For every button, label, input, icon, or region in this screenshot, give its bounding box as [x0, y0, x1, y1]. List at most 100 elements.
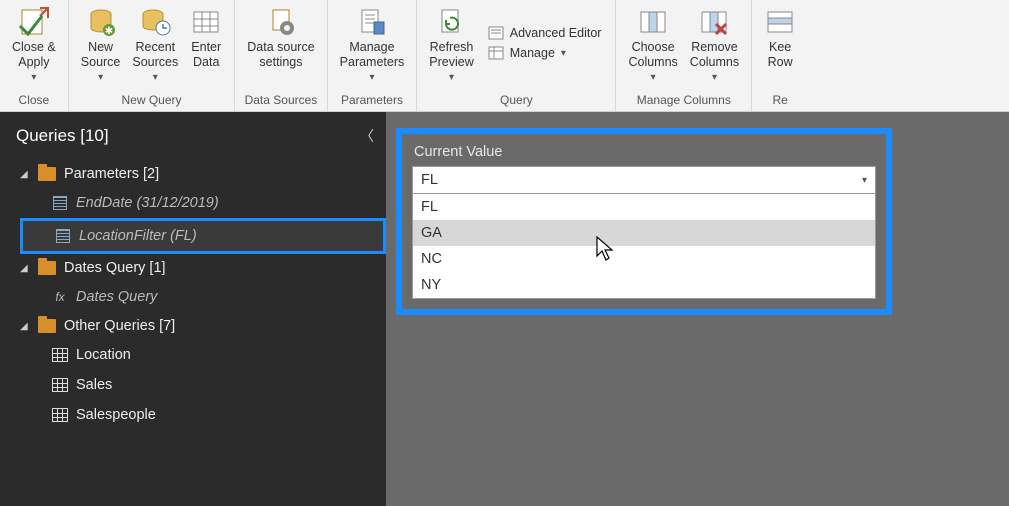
- data-source-settings-label: Data source settings: [247, 40, 314, 70]
- queries-title: Queries [10]: [16, 126, 109, 146]
- new-source-button[interactable]: ✱ New Source: [75, 2, 127, 85]
- manage-query-button[interactable]: Manage: [484, 44, 606, 62]
- tree-item-locationfilter[interactable]: LocationFilter (FL): [23, 221, 383, 251]
- dropdown-option-fl[interactable]: FL: [413, 194, 875, 220]
- queries-header: Queries [10] 〈: [0, 112, 386, 160]
- manage-parameters-button[interactable]: Manage Parameters: [334, 2, 411, 85]
- parameters-icon: [356, 6, 388, 38]
- manage-icon: [488, 46, 504, 60]
- tree-group-dates[interactable]: ◢ Dates Query [1]: [0, 254, 386, 282]
- advanced-editor-button[interactable]: Advanced Editor: [484, 24, 606, 42]
- table-icon: [52, 348, 68, 362]
- tree-group-label: Other Queries [7]: [64, 318, 175, 334]
- current-value-dropdown[interactable]: FL ▾: [412, 166, 876, 194]
- tree-item-label: EndDate (31/12/2019): [76, 195, 219, 211]
- ribbon-toolbar: Close & Apply Close ✱ New Source Recent …: [0, 0, 1009, 112]
- remove-columns-label: Remove Columns: [690, 40, 739, 70]
- table-icon: [52, 408, 68, 422]
- collapse-sidebar-button[interactable]: 〈: [360, 126, 374, 146]
- choose-columns-icon: [637, 6, 669, 38]
- ribbon-group-label-close: Close: [6, 89, 62, 111]
- remove-columns-button[interactable]: Remove Columns: [684, 2, 745, 85]
- dropdown-option-ny[interactable]: NY: [413, 272, 875, 298]
- folder-icon: [38, 261, 56, 275]
- close-apply-button[interactable]: Close & Apply: [6, 2, 62, 85]
- ribbon-group-label-datasources: Data Sources: [241, 89, 320, 111]
- editor-icon: [488, 26, 504, 40]
- enter-data-label: Enter Data: [191, 40, 221, 70]
- ribbon-group-rows: Kee Row Re: [752, 0, 808, 111]
- advanced-editor-label: Advanced Editor: [510, 26, 602, 40]
- choose-columns-label: Choose Columns: [628, 40, 677, 70]
- manage-query-label: Manage: [510, 46, 555, 60]
- current-value-label: Current Value: [414, 144, 876, 160]
- ribbon-group-close: Close & Apply Close: [0, 0, 69, 111]
- gear-icon: [265, 6, 297, 38]
- enter-data-button[interactable]: Enter Data: [184, 2, 228, 70]
- tree-group-other[interactable]: ◢ Other Queries [7]: [0, 312, 386, 340]
- database-icon: ✱: [85, 6, 117, 38]
- recent-sources-label: Recent Sources: [132, 40, 178, 70]
- ribbon-group-newquery: ✱ New Source Recent Sources Enter Data N…: [69, 0, 235, 111]
- dropdown-list: FL GA NC NY: [412, 194, 876, 299]
- choose-columns-button[interactable]: Choose Columns: [622, 2, 683, 85]
- tree-item-sales[interactable]: Sales: [0, 370, 386, 400]
- tree-item-label: LocationFilter (FL): [79, 228, 197, 244]
- folder-icon: [38, 319, 56, 333]
- keep-rows-icon: [764, 6, 796, 38]
- highlight-annotation: LocationFilter (FL): [20, 218, 386, 254]
- svg-text:✱: ✱: [104, 26, 112, 37]
- ribbon-group-label-newquery: New Query: [75, 89, 228, 111]
- content-area: Current Value FL ▾ FL GA NC NY: [386, 112, 1009, 506]
- caret-down-icon: ◢: [20, 169, 30, 180]
- chevron-down-icon: ▾: [862, 175, 867, 186]
- caret-down-icon: ◢: [20, 321, 30, 332]
- ribbon-group-query: Refresh Preview 📄 Properties Advanced Ed…: [417, 0, 616, 111]
- tree-group-label: Parameters [2]: [64, 166, 159, 182]
- tree-item-enddate[interactable]: EndDate (31/12/2019): [0, 188, 386, 218]
- tree-item-label: Sales: [76, 377, 112, 393]
- table-icon: [52, 378, 68, 392]
- tree-item-label: Salespeople: [76, 407, 156, 423]
- refresh-preview-label: Refresh Preview: [429, 40, 473, 70]
- folder-icon: [38, 167, 56, 181]
- tree-group-parameters[interactable]: ◢ Parameters [2]: [0, 160, 386, 188]
- parameter-icon: [55, 229, 71, 243]
- queries-tree: ◢ Parameters [2] EndDate (31/12/2019) Lo…: [0, 160, 386, 430]
- recent-sources-button[interactable]: Recent Sources: [126, 2, 184, 85]
- parameter-icon: [52, 196, 68, 210]
- remove-columns-icon: [698, 6, 730, 38]
- tree-item-salespeople[interactable]: Salespeople: [0, 400, 386, 430]
- dropdown-option-nc[interactable]: NC: [413, 246, 875, 272]
- new-source-label: New Source: [81, 40, 121, 70]
- tree-item-dates-query[interactable]: fx Dates Query: [0, 282, 386, 312]
- keep-rows-label: Kee Row: [768, 40, 793, 70]
- ribbon-group-parameters: Manage Parameters Parameters: [328, 0, 418, 111]
- enter-data-icon: [190, 6, 222, 38]
- keep-rows-button[interactable]: Kee Row: [758, 2, 802, 70]
- fx-icon: fx: [52, 290, 68, 304]
- caret-down-icon: ◢: [20, 263, 30, 274]
- queries-sidebar: Queries [10] 〈 ◢ Parameters [2] EndDate …: [0, 112, 386, 506]
- ribbon-group-label-query: Query: [423, 89, 609, 111]
- editor-body: Queries [10] 〈 ◢ Parameters [2] EndDate …: [0, 112, 1009, 506]
- recent-sources-icon: [139, 6, 171, 38]
- ribbon-group-label-parameters: Parameters: [334, 89, 411, 111]
- data-source-settings-button[interactable]: Data source settings: [241, 2, 320, 70]
- refresh-icon: [436, 6, 468, 38]
- refresh-preview-button[interactable]: Refresh Preview: [423, 2, 479, 85]
- ribbon-group-label-rows: Re: [758, 89, 802, 111]
- close-apply-label: Close & Apply: [12, 40, 56, 70]
- ribbon-group-datasources: Data source settings Data Sources: [235, 0, 327, 111]
- ribbon-group-manage-columns: Choose Columns Remove Columns Manage Col…: [616, 0, 752, 111]
- current-value-selected: FL: [421, 172, 438, 188]
- dropdown-option-ga[interactable]: GA: [413, 220, 875, 246]
- tree-item-label: Dates Query: [76, 289, 157, 305]
- close-apply-icon: [18, 6, 50, 38]
- tree-item-label: Location: [76, 347, 131, 363]
- ribbon-group-label-managecols: Manage Columns: [622, 89, 745, 111]
- tree-group-label: Dates Query [1]: [64, 260, 166, 276]
- tree-item-location[interactable]: Location: [0, 340, 386, 370]
- parameter-value-panel: Current Value FL ▾ FL GA NC NY: [396, 128, 892, 315]
- manage-parameters-label: Manage Parameters: [340, 40, 405, 70]
